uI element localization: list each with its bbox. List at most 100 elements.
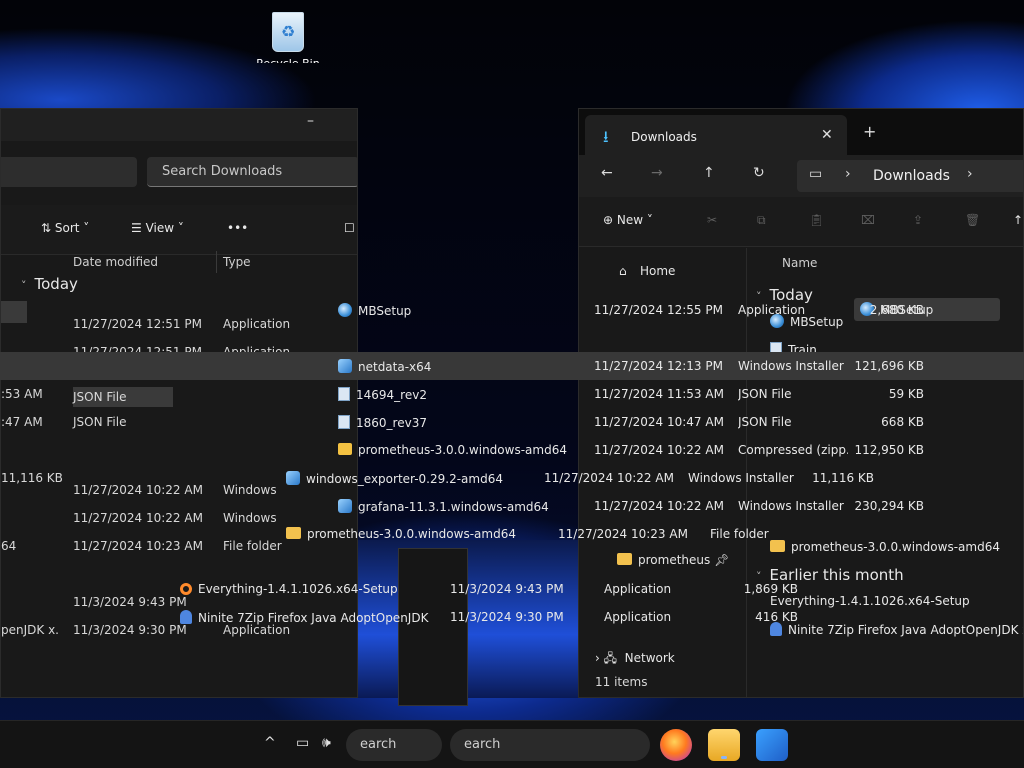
file-type: Compressed (zipp...: [738, 443, 848, 457]
column-name[interactable]: Name: [782, 256, 817, 270]
back-arrow-icon[interactable]: ←: [601, 165, 613, 181]
chevron-right-icon: ›: [595, 651, 604, 665]
file-size: 668 KB: [881, 415, 924, 429]
sort-button[interactable]: ⇅ Sort ˅: [41, 221, 89, 235]
minimize-icon[interactable]: –: [307, 113, 314, 129]
details-pane-icon[interactable]: ☐: [344, 221, 355, 235]
file-name: prometheus-3.0.0.windows-amd64: [338, 443, 588, 457]
speaker-icon[interactable]: 🕪︎: [322, 735, 331, 751]
sort-icon[interactable]: ↑: [1013, 213, 1023, 227]
chevron-up-icon[interactable]: ^: [264, 735, 276, 751]
display-icon[interactable]: ▭: [296, 735, 309, 751]
tab-title: Downloads: [631, 130, 697, 144]
table-row[interactable]: grafana-11.3.1.windows-amd64 11/27/2024 …: [0, 492, 1024, 520]
group-header-today[interactable]: ˅ Today: [21, 275, 78, 293]
search-input[interactable]: Search Downloads: [147, 157, 357, 187]
breadcrumb-downloads[interactable]: Downloads: [873, 168, 950, 184]
file-date: 11/3/2024 9:30 PM: [450, 610, 564, 624]
left-address-field[interactable]: [1, 157, 137, 187]
file-explorer-icon[interactable]: [708, 729, 740, 761]
table-row[interactable]: windows_exporter-0.29.2-amd64 11/27/2024…: [0, 464, 1024, 492]
chevron-down-icon: ˅: [21, 279, 27, 292]
share-icon[interactable]: ⇪: [913, 213, 923, 227]
file-name: Everything-1.4.1.1026.x64-Setup: [180, 582, 430, 596]
file-name: netdata-x64: [338, 359, 588, 374]
file-type: Windows Installer ...: [738, 359, 848, 373]
status-item-count: 11 items: [595, 675, 648, 689]
installer-icon: [338, 303, 352, 317]
msi-installer-icon: [338, 359, 352, 373]
table-row[interactable]: 1860_rev37 11/27/2024 10:47 AM JSON File…: [0, 408, 1024, 436]
file-date: 11/27/2024 12:13 PM: [594, 359, 723, 373]
recycle-bin-icon[interactable]: ♻: [268, 10, 308, 54]
column-date-modified[interactable]: Date modified: [73, 255, 158, 269]
taskbar-search-input[interactable]: earch: [450, 729, 650, 761]
file-type: Application: [604, 582, 672, 596]
chevron-right-icon[interactable]: ›: [967, 166, 973, 182]
recycle-symbol-icon: ♻: [280, 22, 296, 41]
table-row[interactable]: netdata-x64 11/27/2024 12:13 PM Windows …: [0, 352, 1024, 380]
taskbar: ^ ▭ 🕪︎ earch earch: [0, 720, 1024, 768]
right-command-bar: ⊕ New ˅ ✂ ⧉ 📋︎ ⌧ ⇪ 🗑︎ ↑: [579, 197, 1023, 247]
file-size: 416 KB: [755, 610, 798, 624]
file-name: MBSetup: [338, 303, 588, 318]
remote-desktop-icon[interactable]: [756, 729, 788, 761]
table-row[interactable]: Ninite 7Zip Firefox Java AdoptOpenJDK x.…: [0, 603, 1024, 631]
running-indicator: [721, 756, 727, 759]
new-button[interactable]: ⊕ New ˅: [603, 213, 653, 227]
file-date: 11/27/2024 12:55 PM: [594, 303, 723, 317]
up-arrow-icon[interactable]: ↑: [703, 165, 715, 181]
navigation-bar: ← → ↑ ↻ ▭ › Downloads ›: [579, 155, 1023, 197]
refresh-icon[interactable]: ↻: [753, 165, 765, 181]
close-tab-icon[interactable]: ✕: [821, 127, 833, 143]
file-name: grafana-11.3.1.windows-amd64: [338, 499, 588, 514]
cut-icon[interactable]: ✂: [707, 213, 717, 227]
nav-item-home[interactable]: ⌂ Home: [619, 264, 675, 278]
file-name: windows_exporter-0.29.2-amd64: [286, 471, 536, 486]
table-row[interactable]: 14694_rev2 11/27/2024 11:53 AM JSON File…: [0, 380, 1024, 408]
zip-folder-icon: [338, 443, 352, 455]
forward-arrow-icon[interactable]: →: [651, 165, 663, 181]
table-row[interactable]: MBSetup 11/27/2024 12:55 PM Application …: [0, 296, 1024, 324]
view-button[interactable]: ☰ View ˅: [131, 221, 184, 235]
msi-installer-icon: [286, 471, 300, 485]
json-file-icon: [338, 387, 350, 401]
recycle-bin-label: Recycle Bin: [250, 57, 326, 63]
column-type[interactable]: Type: [223, 255, 251, 269]
chevron-right-icon[interactable]: ›: [845, 166, 851, 182]
column-divider[interactable]: [216, 251, 217, 273]
table-row[interactable]: prometheus-3.0.0.windows-amd64 11/27/202…: [0, 520, 1024, 548]
file-type: File folder: [710, 527, 769, 541]
network-icon: 🖧: [603, 651, 618, 665]
table-row[interactable]: Everything-1.4.1.1026.x64-Setup 11/3/202…: [0, 575, 1024, 603]
delete-icon[interactable]: 🗑︎: [965, 213, 980, 227]
file-date: 11/27/2024 10:22 AM: [594, 499, 724, 513]
new-tab-icon[interactable]: +: [863, 122, 876, 141]
table-row[interactable]: prometheus-3.0.0.windows-amd64 11/27/202…: [0, 436, 1024, 464]
file-name: prometheus-3.0.0.windows-amd64: [286, 527, 536, 541]
rename-icon[interactable]: ⌧: [861, 213, 875, 227]
file-date: 11/27/2024 10:22 AM: [594, 443, 724, 457]
sort-icon: ⇅: [41, 221, 55, 235]
paste-icon[interactable]: 📋︎: [809, 213, 824, 227]
nav-item-network[interactable]: › 🖧 Network: [595, 649, 675, 670]
file-name: Ninite 7Zip Firefox Java AdoptOpenJDK x.…: [180, 610, 430, 625]
firefox-icon[interactable]: [660, 729, 692, 761]
file-size: 121,696 KB: [854, 359, 924, 373]
address-bar[interactable]: ▭ › Downloads ›: [797, 160, 1023, 192]
file-date: 11/27/2024 11:53 AM: [594, 387, 724, 401]
everything-search-icon: [180, 583, 192, 595]
file-size: 2,680 KB: [869, 303, 924, 317]
taskbar-search-input[interactable]: earch: [346, 729, 442, 761]
file-size: 112,950 KB: [854, 443, 924, 457]
file-size: 1,869 KB: [743, 582, 798, 596]
file-list: MBSetup 11/27/2024 12:55 PM Application …: [0, 296, 1024, 636]
file-type: Application: [738, 303, 806, 317]
home-icon: ⌂: [619, 264, 627, 278]
more-options-button[interactable]: •••: [227, 221, 248, 235]
tab-downloads[interactable]: ⭳ Downloads ✕: [585, 115, 847, 155]
copy-icon[interactable]: ⧉: [757, 213, 766, 228]
file-size: 11,116 KB: [812, 471, 874, 485]
plus-circle-icon: ⊕: [603, 213, 617, 227]
ninite-icon: [180, 610, 192, 624]
